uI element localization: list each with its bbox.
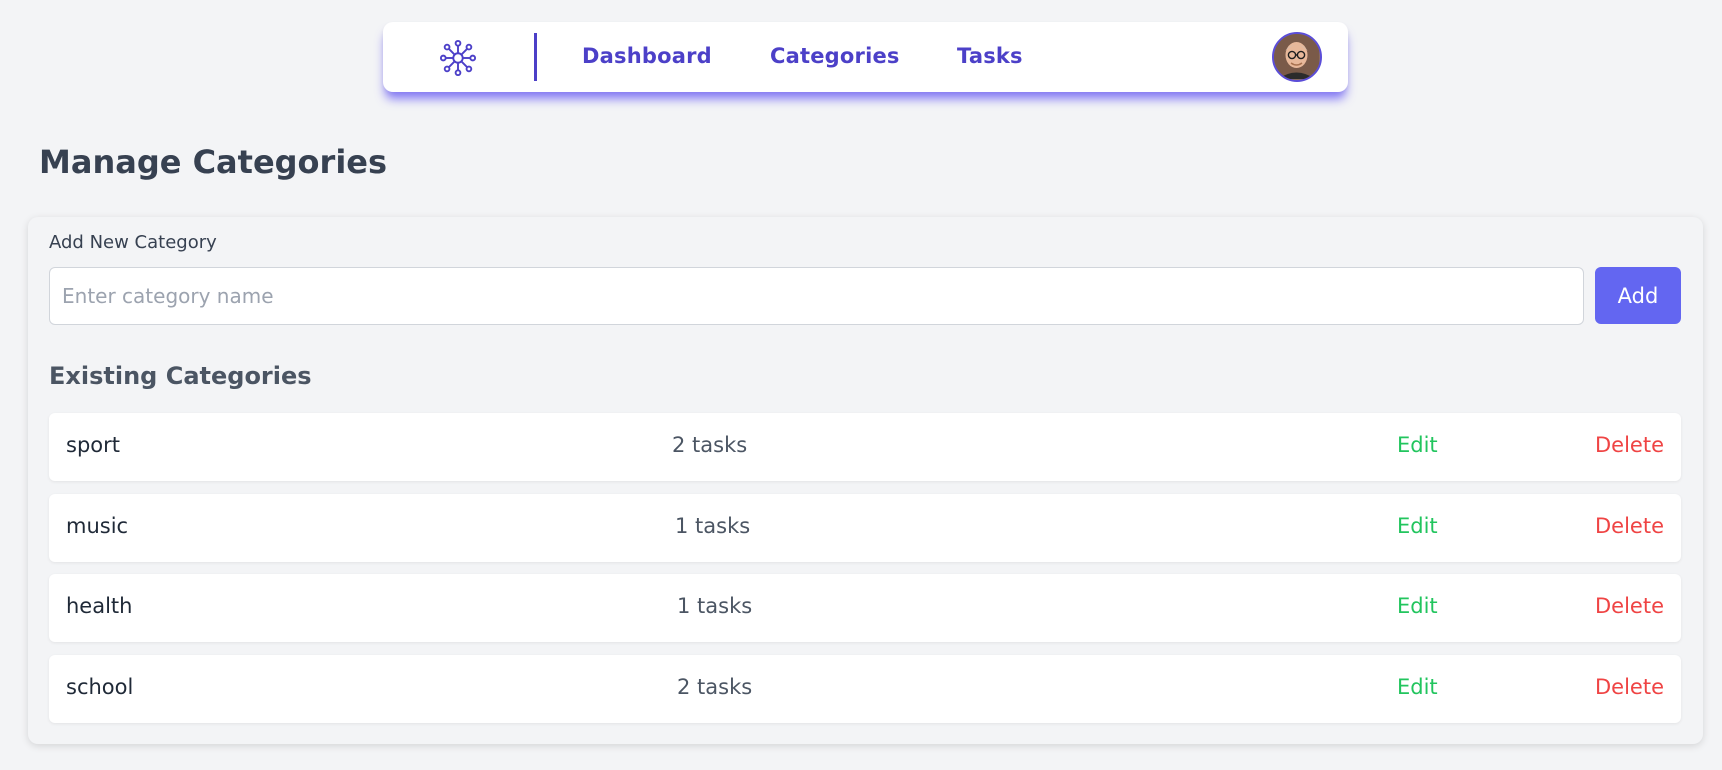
task-count: 2 tasks <box>672 433 748 457</box>
delete-button[interactable]: Delete <box>1595 594 1664 618</box>
category-name: health <box>66 594 133 618</box>
category-name-input[interactable] <box>49 267 1584 325</box>
edit-button[interactable]: Edit <box>1397 514 1438 538</box>
task-count: 1 tasks <box>677 594 753 618</box>
category-list: sport 2 tasks Edit Delete music 1 tasks … <box>49 413 1681 735</box>
existing-categories-heading: Existing Categories <box>49 362 312 390</box>
edit-button[interactable]: Edit <box>1397 433 1438 457</box>
add-category-button[interactable]: Add <box>1595 267 1681 324</box>
category-name: music <box>66 513 129 538</box>
edit-button[interactable]: Edit <box>1397 594 1438 618</box>
delete-button[interactable]: Delete <box>1595 433 1664 457</box>
nav-link-dashboard[interactable]: Dashboard <box>582 44 712 68</box>
user-avatar[interactable] <box>1272 32 1322 82</box>
page-title: Manage Categories <box>39 143 388 181</box>
task-count: 1 tasks <box>675 513 751 538</box>
category-row: health 1 tasks Edit Delete <box>49 574 1681 642</box>
network-nodes-icon[interactable] <box>439 39 477 77</box>
category-name: sport <box>66 433 120 457</box>
delete-button[interactable]: Delete <box>1595 675 1664 699</box>
category-row: sport 2 tasks Edit Delete <box>49 413 1681 481</box>
delete-button[interactable]: Delete <box>1595 514 1664 538</box>
nav-link-tasks[interactable]: Tasks <box>957 44 1023 68</box>
category-name: school <box>66 674 134 699</box>
nav-divider <box>534 33 537 81</box>
edit-button[interactable]: Edit <box>1397 675 1438 699</box>
add-category-label: Add New Category <box>49 232 217 253</box>
nav-link-categories[interactable]: Categories <box>770 44 900 68</box>
top-navbar: Dashboard Categories Tasks <box>383 22 1348 92</box>
task-count: 2 tasks <box>677 674 753 699</box>
category-row: music 1 tasks Edit Delete <box>49 493 1681 562</box>
categories-card: Add New Category Add Existing Categories… <box>28 217 1703 744</box>
category-row: school 2 tasks Edit Delete <box>49 654 1681 723</box>
